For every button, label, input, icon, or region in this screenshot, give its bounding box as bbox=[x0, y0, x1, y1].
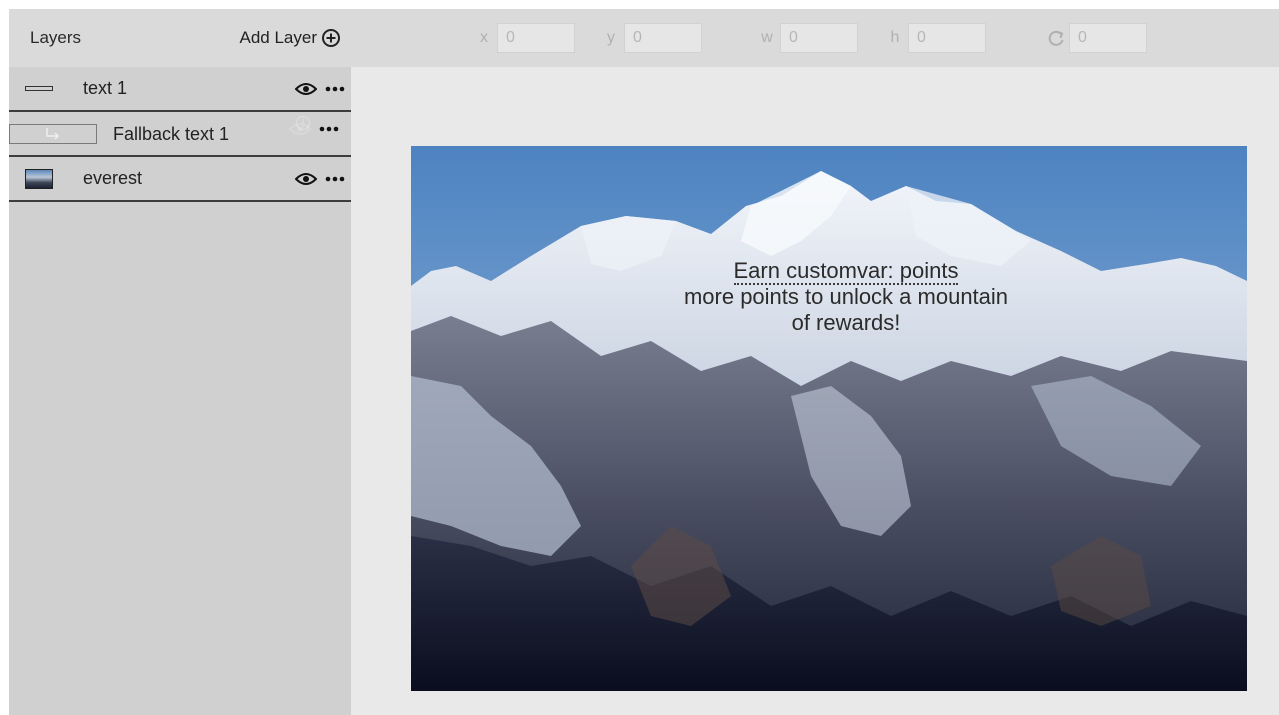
y-field: y bbox=[598, 23, 702, 53]
image-layer-thumbnail bbox=[25, 168, 53, 190]
more-options-icon[interactable] bbox=[319, 126, 339, 132]
rotation-field bbox=[1043, 23, 1147, 53]
canvas-text-layer[interactable]: Earn customvar: points more points to un… bbox=[631, 258, 1061, 336]
w-field: w bbox=[754, 23, 858, 53]
x-label: x bbox=[480, 29, 488, 46]
overlay-line-1: Earn customvar: points bbox=[733, 258, 959, 285]
layers-panel-title: Layers bbox=[30, 28, 82, 47]
layer-name: everest bbox=[83, 168, 143, 188]
layer-row-text-1[interactable]: text 1 bbox=[9, 67, 351, 112]
everest-image bbox=[411, 146, 1247, 691]
rotate-icon bbox=[1043, 29, 1069, 47]
layers-panel-header: Layers Add Layer bbox=[9, 9, 351, 67]
design-canvas[interactable]: Earn customvar: points more points to un… bbox=[411, 146, 1247, 691]
transform-toolbar: x y w h bbox=[351, 9, 1279, 67]
overlay-line-3: of rewards! bbox=[791, 310, 901, 335]
eye-icon[interactable] bbox=[289, 122, 311, 136]
h-field: h bbox=[882, 23, 986, 53]
editor-app: Layers Add Layer text 1 Fallback text 1 … bbox=[9, 9, 1279, 715]
sub-layer-arrow-icon bbox=[46, 128, 60, 140]
more-options-icon[interactable] bbox=[325, 176, 345, 182]
h-input[interactable] bbox=[908, 23, 986, 53]
y-label: y bbox=[607, 29, 615, 46]
add-layer-button[interactable]: Add Layer bbox=[240, 28, 342, 48]
rotation-input[interactable] bbox=[1069, 23, 1147, 53]
layer-row-everest[interactable]: everest bbox=[9, 157, 351, 202]
layer-row-fallback-text-1[interactable]: Fallback text 1 bbox=[9, 112, 351, 157]
h-label: h bbox=[890, 29, 900, 46]
x-field: x bbox=[471, 23, 575, 53]
fallback-layer-thumbnail bbox=[9, 124, 97, 144]
overlay-line-2: more points to unlock a mountain bbox=[683, 284, 1009, 309]
layer-actions bbox=[289, 122, 339, 136]
layer-name: text 1 bbox=[83, 78, 128, 98]
w-input[interactable] bbox=[780, 23, 858, 53]
y-input[interactable] bbox=[624, 23, 702, 53]
layer-actions bbox=[295, 82, 345, 96]
layer-name: Fallback text 1 bbox=[113, 124, 230, 144]
x-input[interactable] bbox=[497, 23, 575, 53]
add-layer-label: Add Layer bbox=[239, 28, 318, 47]
w-label: w bbox=[761, 29, 773, 46]
layer-actions bbox=[295, 172, 345, 186]
plus-circle-icon bbox=[321, 28, 341, 48]
more-options-icon[interactable] bbox=[325, 86, 345, 92]
text-layer-thumbnail bbox=[25, 78, 53, 100]
layers-panel: Layers Add Layer text 1 Fallback text 1 … bbox=[9, 9, 351, 715]
eye-icon[interactable] bbox=[295, 82, 317, 96]
eye-icon[interactable] bbox=[295, 172, 317, 186]
